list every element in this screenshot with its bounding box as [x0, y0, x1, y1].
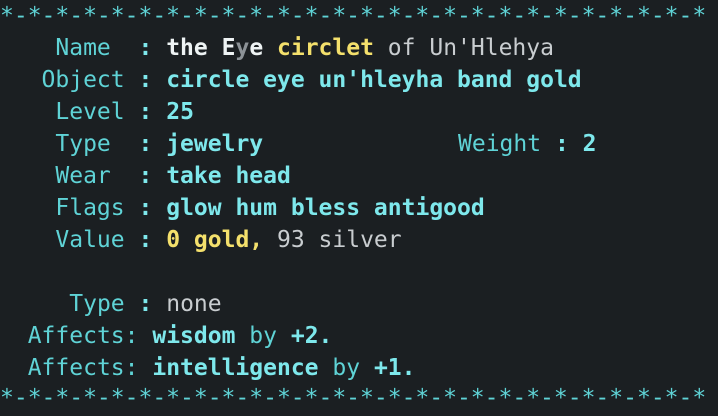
colon: : [138, 99, 153, 125]
wear-label: Wear [55, 163, 111, 189]
affects-label: Affects: [27, 323, 139, 349]
affect-stat: intelligence [152, 355, 319, 381]
object-row: Object : circle eye un'hleyha band gold [0, 64, 582, 96]
level-value: 25 [166, 99, 194, 125]
type-value: jewelry [166, 131, 264, 157]
name-part-y: y [235, 35, 250, 61]
colon: : [138, 131, 153, 157]
affect-row: Affects: wisdom by +2. [0, 320, 333, 352]
value-gold: 0 gold, [166, 227, 264, 253]
name-part-e2: e [249, 35, 278, 61]
affect-amount: +1. [373, 355, 416, 381]
separator-top: *-*-*-*-*-*-*-*-*-*-*-*-*-*-*-*-*-*-*-*-… [0, 3, 707, 29]
flags-label: Flags [55, 195, 125, 221]
colon: : [138, 35, 153, 61]
name-row: Name : the Eye circlet of Un'Hlehya [0, 32, 554, 64]
affects-type-value: none [166, 291, 222, 317]
affects-label: Affects: [27, 355, 139, 381]
weight-value: 2 [582, 131, 597, 157]
object-label: Object [41, 67, 125, 93]
object-value: circle eye un'hleyha band gold [166, 67, 582, 93]
colon: : [138, 163, 153, 189]
colon: : [138, 67, 153, 93]
level-label: Level [55, 99, 125, 125]
value-silver: 93 silver [263, 227, 402, 253]
affects-type-label: Type [69, 291, 125, 317]
wear-row: Wear : take head [0, 160, 291, 192]
type-label: Type [55, 131, 111, 157]
colon: : [138, 227, 153, 253]
name-part-of: of Un'Hlehya [373, 35, 554, 61]
affect-stat: wisdom [152, 323, 236, 349]
name-part-circlet: circlet [277, 35, 374, 61]
value-row: Value : 0 gold, 93 silver [0, 224, 402, 256]
colon: : [138, 195, 153, 221]
weight-group: Weight : 2 [458, 128, 597, 160]
flags-row: Flags : glow hum bless antigood [0, 192, 485, 224]
affect-row: Affects: intelligence by +1. [0, 352, 416, 384]
separator-bottom: *-*-*-*-*-*-*-*-*-*-*-*-*-*-*-*-*-*-*-*-… [0, 385, 707, 411]
name-part-the: the [166, 35, 222, 61]
type-row: Type : jewelry [0, 128, 263, 160]
colon: : [554, 131, 569, 157]
affect-by: by [249, 323, 277, 349]
name-part-e: E [221, 35, 236, 61]
wear-value: take head [166, 163, 291, 189]
affect-by: by [332, 355, 361, 381]
name-label: Name [55, 35, 111, 61]
colon: : [138, 291, 153, 317]
level-row: Level : 25 [0, 96, 194, 128]
weight-label: Weight [458, 131, 542, 157]
affects-type-row: Type : none [0, 288, 222, 320]
affect-amount: +2. [290, 323, 333, 349]
flags-value: glow hum bless antigood [166, 195, 485, 221]
value-label: Value [55, 227, 125, 253]
